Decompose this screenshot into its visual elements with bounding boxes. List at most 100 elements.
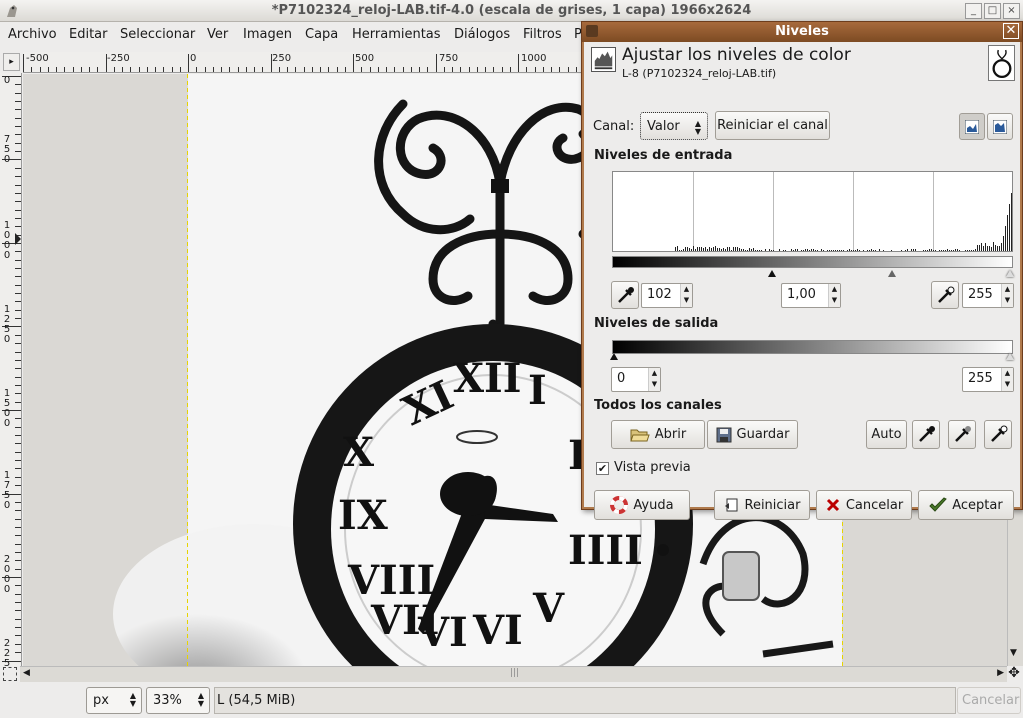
input-low-value: 102 <box>647 287 672 302</box>
menu-ver[interactable]: Ver <box>207 27 228 42</box>
reset-channel-button[interactable]: Reiniciar el canal <box>715 111 830 140</box>
menu-capa[interactable]: Capa <box>305 27 338 42</box>
input-high-value: 255 <box>968 287 993 302</box>
input-gamma-handle[interactable] <box>888 270 896 277</box>
dialog-close-button[interactable]: ✕ <box>1003 23 1019 39</box>
menu-seleccionar[interactable]: Seleccionar <box>120 27 195 42</box>
svg-text:VI: VI <box>472 607 523 654</box>
histogram <box>612 171 1013 252</box>
scroll-grip-icon[interactable]: ||| <box>510 668 519 678</box>
unit-select[interactable]: px ▲ ▼ <box>86 687 142 714</box>
status-cancel-button[interactable]: Cancelar <box>957 687 1021 714</box>
reset-button[interactable]: Reiniciar <box>714 490 810 520</box>
spin-arrows-icon[interactable]: ▲ ▼ <box>1001 368 1013 391</box>
reset-icon <box>724 497 740 513</box>
horizontal-scrollbar[interactable]: ◀ ||| ▶ <box>20 666 1007 682</box>
auto-button[interactable]: Auto <box>866 420 907 449</box>
open-label: Abrir <box>655 427 686 442</box>
pick-black-all-button[interactable] <box>912 420 940 449</box>
linear-histogram-button[interactable] <box>959 113 985 140</box>
vruler-label: 0 <box>3 76 11 85</box>
help-button[interactable]: Ayuda <box>594 490 690 520</box>
pick-white-all-button[interactable] <box>984 420 1012 449</box>
save-button[interactable]: Guardar <box>707 420 798 449</box>
eyedropper-gray-icon <box>949 421 975 447</box>
save-label: Guardar <box>737 427 790 442</box>
help-label: Ayuda <box>633 498 673 513</box>
minimize-button[interactable]: _ <box>965 3 982 19</box>
vertical-ruler: 0 750 1000 1250 1500 1750 2000 2250 <box>0 73 22 666</box>
output-low-value: 0 <box>617 371 625 386</box>
zoom-select[interactable]: 33% ▲ ▼ <box>146 687 210 714</box>
window-title: *P7102324_reloj-LAB.tif-4.0 (escala de g… <box>0 3 1023 18</box>
menu-dialogos[interactable]: Diálogos <box>454 27 510 42</box>
channel-value: Valor <box>647 119 680 134</box>
quick-mask-icon[interactable] <box>3 667 17 681</box>
menu-herramientas[interactable]: Herramientas <box>352 27 441 42</box>
scroll-right-icon[interactable]: ▶ <box>997 668 1004 678</box>
menu-archivo[interactable]: Archivo <box>8 27 57 42</box>
maximize-button[interactable]: □ <box>984 3 1001 19</box>
menu-filtros[interactable]: Filtros <box>523 27 562 42</box>
svg-text:IIII: IIII <box>568 527 643 574</box>
hruler-label: 0 <box>190 53 196 64</box>
input-low-handle[interactable] <box>768 270 776 277</box>
output-gradient <box>612 340 1013 354</box>
spin-arrows-icon[interactable]: ▲ ▼ <box>648 368 660 391</box>
scroll-left-icon[interactable]: ◀ <box>23 668 30 678</box>
channel-select[interactable]: Valor ▲ ▼ <box>640 112 708 140</box>
close-window-button[interactable]: × <box>1003 3 1020 19</box>
ok-button[interactable]: Aceptar <box>918 490 1014 520</box>
vruler-label: 1000 <box>3 221 11 261</box>
spin-arrows-icon[interactable]: ▲ ▼ <box>1001 284 1013 307</box>
menu-imagen[interactable]: Imagen <box>243 27 292 42</box>
navigate-icon[interactable]: ✥ <box>1005 666 1023 682</box>
vruler-label: 750 <box>3 135 11 165</box>
menu-arrow-button[interactable]: ▸ <box>3 53 20 71</box>
hruler-label: 250 <box>272 53 291 64</box>
output-low-spin[interactable]: 0 ▲ ▼ <box>611 367 661 392</box>
hruler-label: -250 <box>107 53 130 64</box>
pick-gray-all-button[interactable] <box>948 420 976 449</box>
linear-histogram-icon <box>965 120 979 134</box>
levels-dialog: Niveles ✕ Ajustar los niveles de color L… <box>581 21 1023 510</box>
output-high-spin[interactable]: 255 ▲ ▼ <box>962 367 1014 392</box>
eyedropper-black-icon <box>612 282 638 308</box>
output-low-handle[interactable] <box>610 353 618 360</box>
spin-arrows-icon[interactable]: ▲ ▼ <box>680 284 692 307</box>
input-low-spin[interactable]: 102 ▲ ▼ <box>641 283 693 308</box>
vruler-label: 1500 <box>3 389 11 429</box>
input-levels-title: Niveles de entrada <box>594 148 732 163</box>
input-high-handle[interactable] <box>1006 270 1014 277</box>
log-histogram-icon <box>993 120 1007 134</box>
cancel-button[interactable]: Cancelar <box>816 490 912 520</box>
pick-black-button[interactable] <box>611 281 639 309</box>
log-histogram-button[interactable] <box>987 113 1013 140</box>
eyedropper-white-icon <box>985 421 1011 447</box>
input-gradient <box>612 256 1013 268</box>
preview-checkbox[interactable]: ✔ <box>596 462 609 475</box>
input-gamma-value: 1,00 <box>787 287 816 302</box>
input-high-spin[interactable]: 255 ▲ ▼ <box>962 283 1014 308</box>
output-levels-title: Niveles de salida <box>594 316 718 331</box>
open-button[interactable]: Abrir <box>611 420 705 449</box>
output-high-handle[interactable] <box>1006 353 1014 360</box>
select-arrows-icon: ▲ ▼ <box>130 692 136 708</box>
select-arrows-icon: ▲ ▼ <box>695 120 701 136</box>
spin-arrows-icon[interactable]: ▲ ▼ <box>828 284 840 307</box>
menu-editar[interactable]: Editar <box>69 27 108 42</box>
pick-white-button[interactable] <box>931 281 959 309</box>
eyedropper-black-icon <box>913 421 939 447</box>
reset-label: Reiniciar <box>745 498 801 513</box>
input-gamma-spin[interactable]: 1,00 ▲ ▼ <box>781 283 841 308</box>
floppy-icon <box>716 427 732 443</box>
dialog-titlebar: Niveles ✕ <box>582 22 1022 42</box>
zoom-value: 33% <box>153 693 182 708</box>
layer-thumbnail <box>988 45 1015 81</box>
folder-open-icon <box>630 427 650 443</box>
dialog-header-subtitle: L-8 (P7102324_reloj-LAB.tif) <box>622 67 776 80</box>
vruler-label: 2000 <box>3 555 11 595</box>
channel-label: Canal: <box>593 119 634 134</box>
cancel-icon <box>825 497 841 513</box>
scroll-down-icon[interactable]: ▼ <box>1010 648 1017 658</box>
